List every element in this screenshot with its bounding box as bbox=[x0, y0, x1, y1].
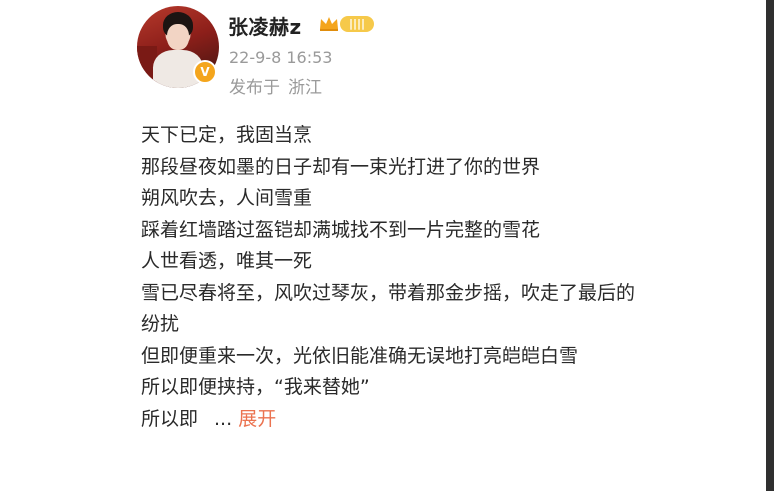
post-timestamp: 22-9-8 16:53 bbox=[229, 48, 333, 67]
ellipsis: ... bbox=[214, 407, 233, 430]
level-badge: |||| bbox=[340, 16, 374, 32]
location-name: 浙江 bbox=[288, 78, 322, 98]
post-line: 人世看透，唯其一死 bbox=[141, 250, 313, 272]
post-line: 那段昼夜如墨的日子却有一束光打进了你的世界 bbox=[141, 155, 541, 178]
post-line: 雪已尽春将至，风吹过琴灰，带着那金步摇，吹走了最后的 bbox=[141, 281, 636, 304]
crown-icon bbox=[320, 17, 338, 31]
post-line: 但即便重来一次，光依旧能准确无误地打亮皑皑白雪 bbox=[141, 344, 579, 367]
location-prefix: 发布于 bbox=[229, 78, 280, 98]
avatar[interactable]: V bbox=[137, 6, 219, 88]
post-location: 发布于 浙江 bbox=[229, 73, 322, 98]
weibo-post-card: V 张凌赫z |||| 22-9-8 16:53 发布于 浙江 天下已定，我固当烹… bbox=[0, 0, 774, 491]
right-edge-bar bbox=[766, 0, 774, 491]
post-line: 朔风吹去，人间雪重 bbox=[141, 187, 313, 209]
post-last-line: 所以即... 展开 bbox=[141, 404, 751, 436]
post-line: 天下已定，我固当烹 bbox=[141, 124, 313, 146]
truncated-text: 所以即 bbox=[141, 407, 199, 430]
username[interactable]: 张凌赫z bbox=[228, 11, 302, 40]
verified-icon: V bbox=[193, 60, 217, 84]
post-content: 天下已定，我固当烹 那段昼夜如墨的日子却有一束光打进了你的世界 朔风吹去，人间雪… bbox=[141, 120, 751, 435]
post-line: 所以即便挟持，“我来替她” bbox=[141, 376, 370, 398]
expand-link[interactable]: 展开 bbox=[238, 408, 276, 430]
post-line: 纷扰 bbox=[141, 313, 180, 335]
post-line: 踩着红墙踏过盔铠却满城找不到一片完整的雪花 bbox=[141, 218, 541, 241]
